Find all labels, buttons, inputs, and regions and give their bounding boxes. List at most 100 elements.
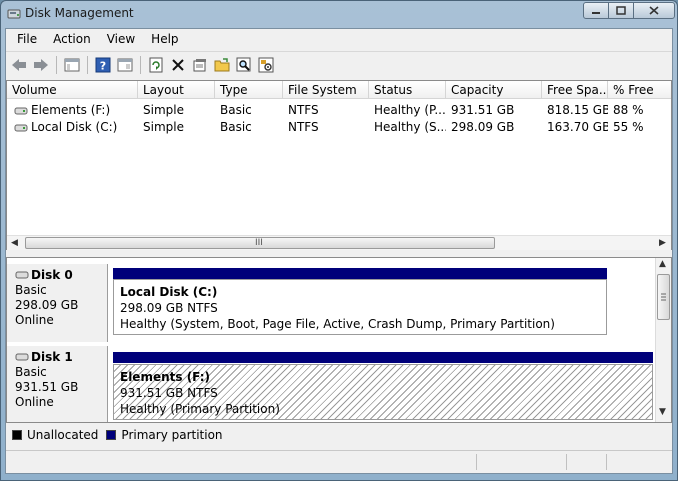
disk-0-name-row: Disk 0: [15, 268, 107, 283]
refresh-button[interactable]: [145, 54, 167, 76]
legend-unallocated: Unallocated: [27, 428, 99, 442]
horizontal-scroll-thumb[interactable]: III: [25, 237, 495, 249]
disk-0-info[interactable]: Disk 0 Basic 298.09 GB Online: [7, 264, 108, 342]
disk-settings-icon: [258, 57, 274, 72]
open-folder-icon: [214, 57, 230, 71]
delete-icon: [172, 58, 184, 71]
scroll-up-icon[interactable]: ▲: [659, 259, 666, 269]
capacity-cell: 931.51 GB: [451, 103, 515, 117]
file-system-cell: NTFS: [288, 120, 319, 134]
partition-status: Healthy (Primary Partition): [120, 402, 280, 416]
status-bar-separator: [566, 454, 567, 470]
col-header-volume[interactable]: Volume: [7, 81, 138, 99]
disk-0-type: Basic: [15, 283, 47, 297]
disk-management-icon: [7, 9, 21, 19]
table-row[interactable]: Elements (F:) Simple Basic NTFS Healthy …: [7, 102, 671, 119]
disk-1-partition[interactable]: Elements (F:) 931.51 GB NTFS Healthy (Pr…: [113, 364, 653, 420]
table-row[interactable]: Local Disk (C:) Simple Basic NTFS Health…: [7, 119, 671, 136]
primary-partition-swatch: [106, 430, 117, 440]
volume-cell: Local Disk (C:): [9, 119, 138, 136]
forward-arrow-icon: [34, 58, 48, 71]
properties-icon: [193, 58, 206, 71]
menu-help[interactable]: Help: [143, 29, 186, 49]
show-hide-console-tree-button[interactable]: [61, 54, 83, 76]
col-header-percent-free[interactable]: % Free: [608, 81, 671, 99]
toolbar-separator: [56, 55, 57, 74]
volume-list-header: Volume Layout Type File System Status Ca…: [7, 81, 671, 99]
scroll-left-icon[interactable]: ◀: [11, 238, 18, 248]
free-space-cell: 818.15 GB: [547, 103, 608, 117]
menu-file[interactable]: File: [9, 29, 45, 49]
maximize-button[interactable]: [608, 2, 634, 19]
toolbar: ?: [6, 51, 672, 77]
menu-view[interactable]: View: [99, 29, 143, 49]
properties-button[interactable]: [189, 54, 211, 76]
volume-list-horizontal-scrollbar[interactable]: ◀ III ▶: [7, 235, 671, 250]
volume-cell: Elements (F:): [9, 102, 138, 119]
legend-primary-partition: Primary partition: [121, 428, 223, 442]
status-cell: Healthy (P...: [374, 103, 446, 117]
client-area: File Action View Help ? Volume Layout Ty…: [5, 28, 673, 474]
minimize-button[interactable]: [583, 2, 609, 19]
properties-list-button[interactable]: [114, 54, 136, 76]
col-header-file-system[interactable]: File System: [283, 81, 369, 99]
disk-map-pane: Disk 0 Basic 298.09 GB Online Local Disk…: [6, 257, 672, 423]
free-space-cell: 163.70 GB: [547, 120, 608, 134]
disk-0-partition[interactable]: Local Disk (C:) 298.09 GB NTFS Healthy (…: [113, 279, 607, 335]
find-button[interactable]: [233, 54, 255, 76]
partition-size-fs: 931.51 GB NTFS: [120, 386, 218, 400]
col-header-status[interactable]: Status: [369, 81, 446, 99]
status-bar: [6, 450, 672, 473]
toolbar-separator: [140, 55, 141, 74]
menu-action[interactable]: Action: [45, 29, 99, 49]
disk-0-size: 298.09 GB: [15, 298, 79, 312]
properties-list-icon: [117, 58, 133, 71]
col-header-capacity[interactable]: Capacity: [446, 81, 542, 99]
back-button[interactable]: [8, 54, 30, 76]
status-cell: Healthy (S...: [374, 120, 446, 134]
disk-icon: [15, 271, 29, 279]
open-button[interactable]: [211, 54, 233, 76]
svg-text:?: ?: [100, 59, 106, 72]
close-button[interactable]: [633, 2, 675, 19]
scroll-grip: III: [255, 238, 263, 248]
disk-1-primary-partition-bar: [113, 352, 653, 363]
partition-status: Healthy (System, Boot, Page File, Active…: [120, 317, 555, 331]
disk-icon: [15, 353, 29, 361]
help-button[interactable]: ?: [92, 54, 114, 76]
percent-free-cell: 55 %: [613, 120, 644, 134]
drive-icon: [14, 107, 28, 114]
layout-cell: Simple: [143, 120, 184, 134]
volume-name: Local Disk (C:): [31, 120, 118, 134]
scroll-right-icon[interactable]: ▶: [659, 238, 666, 248]
title-bar[interactable]: Disk Management: [1, 1, 677, 27]
status-bar-separator: [606, 454, 607, 470]
help-icon: ?: [95, 57, 111, 72]
disk-settings-button[interactable]: [255, 54, 277, 76]
window-title: Disk Management: [25, 6, 134, 20]
disk-1-type: Basic: [15, 365, 47, 379]
legend: Unallocated Primary partition: [6, 425, 672, 445]
disk-map-vertical-scrollbar[interactable]: ▲ ▼: [655, 258, 671, 422]
capacity-cell: 298.09 GB: [451, 120, 515, 134]
toolbar-separator: [87, 55, 88, 74]
menu-bar: File Action View Help: [6, 29, 672, 49]
forward-button[interactable]: [30, 54, 52, 76]
drive-icon: [14, 124, 28, 131]
col-header-free-space[interactable]: Free Spa...: [542, 81, 608, 99]
close-icon: [649, 6, 659, 15]
maximize-icon: [616, 6, 626, 15]
vertical-scroll-thumb[interactable]: [657, 274, 670, 320]
delete-button[interactable]: [167, 54, 189, 76]
disk-1-name: Disk 1: [31, 350, 73, 364]
disk-management-window: Disk Management File Action View Help ? …: [0, 0, 678, 481]
disk-1-info[interactable]: Disk 1 Basic 931.51 GB Online: [7, 346, 108, 422]
col-header-layout[interactable]: Layout: [138, 81, 215, 99]
file-system-cell: NTFS: [288, 103, 319, 117]
col-header-type[interactable]: Type: [215, 81, 283, 99]
status-bar-separator: [476, 454, 477, 470]
disk-1-size: 931.51 GB: [15, 380, 79, 394]
percent-free-cell: 88 %: [613, 103, 644, 117]
type-cell: Basic: [220, 103, 252, 117]
scroll-down-icon[interactable]: ▼: [659, 407, 666, 417]
